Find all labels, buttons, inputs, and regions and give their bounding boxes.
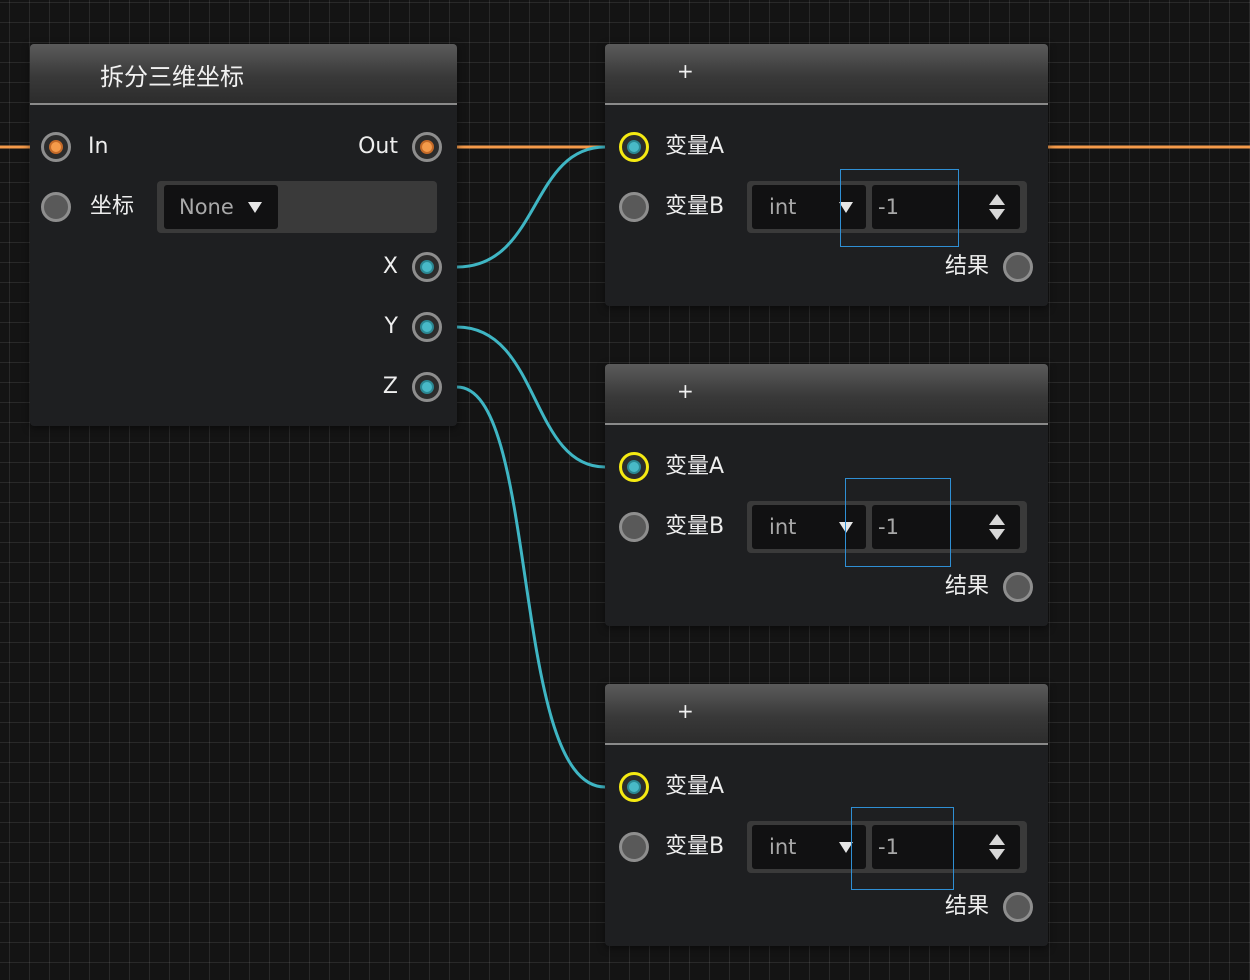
wire-y-to-add2-a (456, 325, 606, 469)
decrement-arrow-icon[interactable] (989, 529, 1005, 540)
exec-out-port[interactable] (412, 132, 442, 162)
increment-arrow-icon[interactable] (989, 194, 1005, 205)
result-output-port[interactable] (1003, 892, 1033, 922)
node-title: + (677, 699, 694, 723)
decrement-arrow-icon[interactable] (989, 849, 1005, 860)
node-header[interactable]: + (605, 44, 1048, 105)
var-a-input-port[interactable] (619, 132, 649, 162)
number-value: -1 (878, 515, 899, 539)
var-b-label: 变量B (665, 194, 725, 219)
result-label: 结果 (944, 894, 989, 919)
number-spinbox[interactable]: -1 (872, 505, 1020, 549)
y-output-port[interactable] (412, 312, 442, 342)
var-a-input-port[interactable] (619, 772, 649, 802)
node-title: + (677, 59, 694, 83)
var-b-label: 变量B (665, 514, 725, 539)
out-label: Out (358, 134, 398, 159)
add-node-3[interactable]: + 变量A 变量B int -1 结果 (605, 684, 1048, 946)
increment-arrow-icon[interactable] (989, 834, 1005, 845)
var-b-input-port[interactable] (619, 192, 649, 222)
coord-input-port[interactable] (41, 192, 71, 222)
add-node-1[interactable]: + 变量A 变量B int -1 结果 (605, 44, 1048, 306)
var-b-field: int -1 (747, 181, 1027, 233)
wire-x-to-add1-a (456, 145, 606, 269)
var-a-label: 变量A (665, 454, 725, 479)
number-spinbox[interactable]: -1 (872, 825, 1020, 869)
x-output-port[interactable] (412, 252, 442, 282)
var-b-input-port[interactable] (619, 512, 649, 542)
chevron-down-icon (839, 202, 853, 213)
type-dropdown-value: int (769, 195, 797, 219)
var-a-label: 变量A (665, 134, 725, 159)
node-header[interactable]: 拆分三维坐标 (30, 44, 457, 105)
var-a-label: 变量A (665, 774, 725, 799)
node-header[interactable]: + (605, 364, 1048, 425)
type-dropdown[interactable]: int (752, 505, 866, 549)
increment-arrow-icon[interactable] (989, 514, 1005, 525)
number-spinbox[interactable]: -1 (872, 185, 1020, 229)
type-dropdown-value: int (769, 515, 797, 539)
x-label: X (382, 254, 398, 279)
in-label: In (88, 134, 109, 159)
chevron-down-icon (839, 522, 853, 533)
y-label: Y (384, 314, 398, 339)
var-b-field: int -1 (747, 501, 1027, 553)
coord-dropdown[interactable]: None (164, 185, 278, 229)
type-dropdown[interactable]: int (752, 825, 866, 869)
number-value: -1 (878, 195, 899, 219)
result-output-port[interactable] (1003, 572, 1033, 602)
node-title: + (677, 379, 694, 403)
var-a-input-port[interactable] (619, 452, 649, 482)
split-vector3-node[interactable]: 拆分三维坐标 In Out 坐标 None X Y Z (30, 44, 457, 426)
var-b-field: int -1 (747, 821, 1027, 873)
coord-dropdown-value: None (179, 195, 234, 219)
z-label: Z (382, 374, 398, 399)
type-dropdown-value: int (769, 835, 797, 859)
node-title: 拆分三维坐标 (100, 63, 244, 91)
type-dropdown[interactable]: int (752, 185, 866, 229)
z-output-port[interactable] (412, 372, 442, 402)
var-b-label: 变量B (665, 834, 725, 859)
chevron-down-icon (839, 842, 853, 853)
var-b-input-port[interactable] (619, 832, 649, 862)
number-value: -1 (878, 835, 899, 859)
result-label: 结果 (944, 254, 989, 279)
result-output-port[interactable] (1003, 252, 1033, 282)
wire-z-to-add3-a (456, 385, 606, 789)
node-header[interactable]: + (605, 684, 1048, 745)
coord-field: None (157, 181, 437, 233)
add-node-2[interactable]: + 变量A 变量B int -1 结果 (605, 364, 1048, 626)
coord-label: 坐标 (90, 194, 135, 219)
result-label: 结果 (944, 574, 989, 599)
chevron-down-icon (248, 202, 262, 213)
decrement-arrow-icon[interactable] (989, 209, 1005, 220)
exec-in-port[interactable] (41, 132, 71, 162)
